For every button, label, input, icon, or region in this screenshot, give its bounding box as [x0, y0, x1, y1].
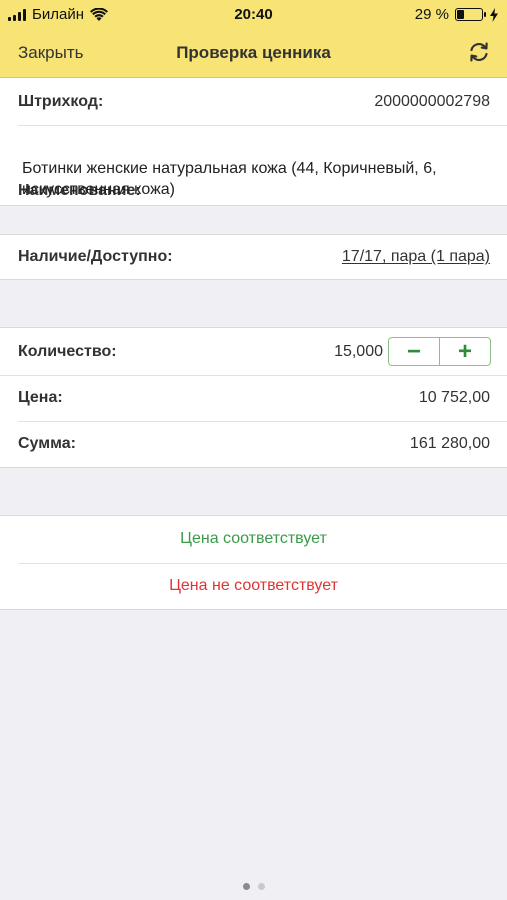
stock-section: Наличие/Доступно: 17/17, пара (1 пара) — [0, 234, 507, 280]
actions-section: Цена соответствует Цена не соответствует — [0, 515, 507, 610]
page-dot[interactable] — [242, 883, 250, 890]
sum-value: 161 280,00 — [409, 435, 490, 452]
price-row: Цена: 10 752,00 — [0, 376, 507, 422]
nav-bar: Закрыть Проверка ценника — [0, 30, 507, 76]
page-title: Проверка ценника — [176, 43, 331, 62]
price-matches-button[interactable]: Цена соответствует — [0, 516, 507, 563]
header: Билайн 20:40 29 % Закрыть Проверка ценни… — [0, 0, 507, 78]
quantity-stepper: − + — [388, 337, 491, 366]
charging-bolt-icon — [490, 7, 498, 22]
barcode-value: 2000000002798 — [374, 93, 490, 110]
name-row: Наименование: Ботинки женские натуральна… — [0, 126, 507, 206]
quantity-row: Количество: 15,000 − + — [0, 328, 507, 376]
decrement-button[interactable]: − — [389, 338, 439, 365]
refresh-icon[interactable] — [467, 40, 491, 64]
stock-link[interactable]: 17/17, пара (1 пара) — [342, 248, 490, 266]
status-right: 29 % — [415, 6, 499, 23]
sum-label: Сумма: — [18, 435, 76, 452]
price-label: Цена: — [18, 389, 63, 406]
status-bar: Билайн 20:40 29 % — [0, 0, 507, 30]
barcode-row: Штрихкод: 2000000002798 — [0, 78, 507, 126]
product-info-section: Штрихкод: 2000000002798 Наименование: Бо… — [0, 78, 507, 206]
quantity-value[interactable]: 15,000 — [334, 343, 383, 361]
increment-button[interactable]: + — [440, 338, 490, 365]
product-name: Ботинки женские натуральная кожа (44, Ко… — [22, 160, 437, 198]
quantity-label: Количество: — [18, 343, 117, 360]
battery-percent: 29 % — [414, 6, 449, 23]
page-indicator — [0, 883, 507, 890]
barcode-label: Штрихкод: — [18, 93, 104, 110]
battery-icon — [455, 8, 486, 21]
stock-label: Наличие/Доступно: — [18, 248, 173, 265]
price-mismatch-button[interactable]: Цена не соответствует — [0, 563, 507, 610]
page-dot[interactable] — [257, 883, 265, 890]
quantity-price-section: Количество: 15,000 − + Цена: 10 752,00 С… — [0, 327, 507, 468]
price-value: 10 752,00 — [418, 389, 490, 406]
sum-row: Сумма: 161 280,00 — [0, 422, 507, 468]
